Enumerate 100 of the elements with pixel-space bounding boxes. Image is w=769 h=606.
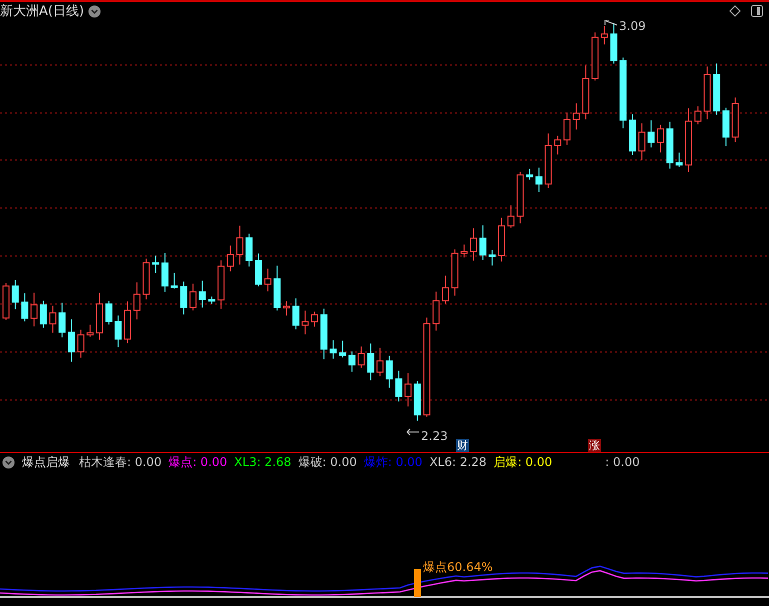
candlestick: [12, 280, 19, 310]
candlestick: [226, 245, 234, 272]
candlestick: [507, 204, 514, 228]
candlestick: [704, 66, 711, 120]
candlestick: [432, 291, 440, 332]
indicator-value: 爆破: 0.00: [298, 454, 357, 470]
candlestick: [628, 114, 636, 156]
candlestick: [283, 300, 290, 316]
indicator-value: : 0.00: [605, 455, 640, 469]
candlestick: [451, 248, 458, 296]
event-marker[interactable]: 涨: [588, 439, 601, 452]
candlestick: [544, 132, 552, 189]
candlestick: [236, 225, 244, 266]
candlestick: [142, 258, 150, 300]
candlestick: [386, 355, 393, 388]
chart-title: 新大洲A(日线): [0, 3, 84, 20]
candlestick: [161, 252, 168, 292]
candlestick: [133, 282, 140, 320]
candlestick: [694, 106, 702, 125]
candlestick: [367, 343, 374, 381]
candlestick: [638, 122, 646, 160]
candlestick: [40, 300, 47, 328]
candlestick: [124, 300, 132, 344]
candlestick: [330, 340, 337, 360]
candlestick: [404, 372, 412, 407]
candlestick: [348, 350, 356, 372]
candlestick: [414, 380, 421, 422]
candlestick: [218, 260, 225, 310]
candlestick: [254, 253, 262, 287]
candlestick: [246, 233, 253, 268]
dropdown-icon[interactable]: [2, 456, 15, 468]
candlestick: [2, 282, 10, 320]
candlestick: [339, 340, 346, 358]
candlestick: [376, 347, 384, 377]
signal-label: 爆点60.64%: [423, 560, 493, 574]
indicator-value: 爆点: 0.00: [168, 454, 228, 470]
candlestick: [648, 120, 655, 148]
candlestick: [96, 292, 103, 340]
candlestick: [526, 168, 534, 180]
candlestick: [498, 217, 506, 262]
candlestick: [479, 224, 486, 260]
leader-line: [406, 428, 420, 436]
panel-toggle-icon[interactable]: [751, 5, 763, 17]
indicator-name: 爆点启爆: [22, 454, 70, 470]
candlestick: [600, 25, 608, 45]
candlestick: [564, 112, 570, 146]
candlestick: [442, 275, 449, 304]
candlestick: [114, 315, 122, 348]
candlestick: [732, 97, 739, 143]
candlestick: [572, 102, 580, 130]
low-price-label: 2.23: [421, 429, 448, 443]
candlestick: [86, 324, 94, 338]
candlestick: [685, 108, 692, 172]
candlestick: [666, 121, 674, 170]
candlestick: [180, 281, 188, 315]
candlestick: [676, 152, 683, 168]
event-marker[interactable]: 财: [456, 439, 469, 452]
candlestick: [292, 298, 300, 330]
diamond-icon[interactable]: [729, 5, 741, 17]
dropdown-icon[interactable]: [88, 4, 102, 18]
indicator-value: XL6: 2.28: [429, 455, 487, 469]
candlestick: [264, 268, 272, 292]
candlestick: [358, 346, 365, 368]
candlestick: [152, 255, 160, 274]
candlestick: [395, 370, 402, 402]
candlestick: [722, 107, 730, 147]
candlestick: [470, 228, 477, 262]
candlestick: [21, 292, 28, 322]
candlestick: [554, 135, 562, 155]
indicator-value: 启爆: 0.00: [494, 454, 552, 470]
candlestick: [620, 57, 627, 129]
indicator-value: XL3: 2.68: [234, 455, 292, 469]
candlestick: [190, 283, 196, 311]
candlestick: [30, 292, 38, 327]
candlestick: [302, 310, 309, 335]
candlestick: [311, 311, 318, 328]
candlestick: [516, 171, 524, 224]
candlestick: [713, 63, 720, 116]
candlestick: [77, 329, 84, 358]
candlestick: [274, 265, 281, 311]
indicator-value: 枯木逢春: 0.00: [79, 454, 162, 470]
candlestick: [49, 305, 56, 334]
candlestick: [488, 249, 496, 266]
candlestick: [68, 318, 75, 362]
leader-line: [604, 20, 618, 26]
candlestick: [657, 124, 664, 153]
signal-bar: [414, 569, 421, 597]
candlestick: [460, 244, 468, 258]
candlestick: [208, 296, 216, 304]
candlestick: [105, 300, 112, 325]
candlestick: [170, 272, 178, 290]
candlestick: [535, 167, 542, 193]
high-price-label: 3.09: [619, 20, 646, 33]
candlestick: [198, 280, 206, 308]
candlestick: [592, 32, 599, 81]
indicator-value: 爆炸: 0.00: [364, 454, 422, 470]
candlestick: [582, 65, 590, 120]
candlestick: [58, 302, 66, 338]
candlestick: [610, 22, 618, 64]
candlestick: [320, 308, 328, 360]
